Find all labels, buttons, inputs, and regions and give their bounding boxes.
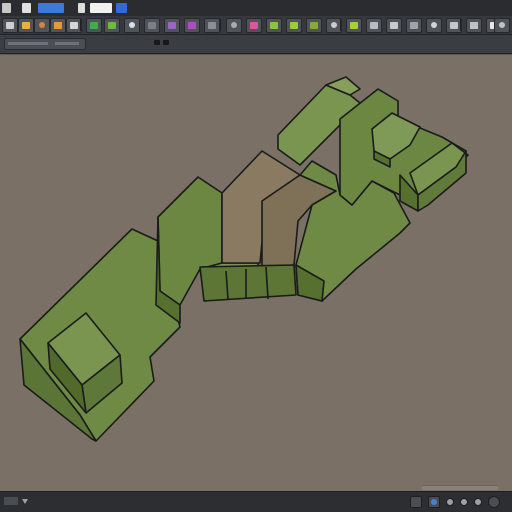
- status-blue-icon[interactable]: [428, 496, 440, 508]
- status-mode-indicator[interactable]: [4, 497, 18, 505]
- tab-label-placeholder-2: [55, 42, 79, 45]
- panel-icon[interactable]: [386, 18, 402, 33]
- app-menu-icon[interactable]: [2, 3, 11, 13]
- panel-toggle-button-2[interactable]: [163, 40, 169, 45]
- grid-icon[interactable]: [366, 18, 382, 33]
- tab-scene[interactable]: [4, 38, 86, 50]
- blue-grid-icon[interactable]: [124, 18, 140, 33]
- green-fill-icon[interactable]: [86, 18, 102, 33]
- frame-2-icon[interactable]: [406, 18, 422, 33]
- pink-icon[interactable]: [246, 18, 262, 33]
- gray-icon[interactable]: [204, 18, 220, 33]
- toolbar-separator: [460, 19, 461, 31]
- toolbar-separator: [340, 19, 341, 31]
- cad-application-window: [0, 0, 512, 512]
- model-channel-wall: [199, 264, 297, 302]
- lime-2-icon[interactable]: [286, 18, 302, 33]
- magenta-icon[interactable]: [184, 18, 200, 33]
- orbit-tool-icon[interactable]: [34, 18, 50, 33]
- purple-icon[interactable]: [164, 18, 180, 33]
- green-block-icon[interactable]: [104, 18, 120, 33]
- chevron-down-icon[interactable]: [22, 499, 28, 504]
- move-tool-icon[interactable]: [18, 18, 34, 33]
- paint-tool-icon[interactable]: [50, 18, 66, 33]
- view-icon[interactable]: [78, 3, 85, 13]
- status-dot-1-icon[interactable]: [446, 498, 454, 506]
- blue-square-icon[interactable]: [116, 3, 127, 13]
- viewport-scrollbar[interactable]: [422, 485, 498, 490]
- status-dot-2-icon[interactable]: [460, 498, 468, 506]
- toolbar-separator: [220, 19, 221, 31]
- tab-label-placeholder: [8, 42, 48, 45]
- status-icon-group: [410, 496, 500, 508]
- status-dot-3-icon[interactable]: [474, 498, 482, 506]
- select-tool-icon[interactable]: [2, 18, 18, 33]
- toolbar-separator: [80, 19, 81, 31]
- panel-toggle-button[interactable]: [154, 40, 160, 45]
- file-icon[interactable]: [22, 3, 31, 13]
- model-canvas[interactable]: [0, 55, 512, 492]
- stripe-icon[interactable]: [144, 18, 160, 33]
- status-globe-icon[interactable]: [488, 496, 500, 508]
- status-info-icon[interactable]: [410, 496, 422, 508]
- top-icon-strip: [0, 0, 512, 17]
- square-outline-icon[interactable]: [466, 18, 482, 33]
- vertical-bars-icon[interactable]: [426, 18, 442, 33]
- gauge-icon[interactable]: [494, 18, 510, 33]
- status-bar: [0, 491, 512, 512]
- olive-icon[interactable]: [306, 18, 322, 33]
- 3d-viewport[interactable]: [0, 54, 512, 492]
- frame-icon[interactable]: [226, 18, 242, 33]
- lime-3-icon[interactable]: [346, 18, 362, 33]
- lime-icon[interactable]: [266, 18, 282, 33]
- window-icon[interactable]: [90, 3, 112, 13]
- main-toolbar: [0, 16, 512, 35]
- option-bar: [0, 35, 512, 54]
- blue-panel-icon[interactable]: [38, 3, 64, 13]
